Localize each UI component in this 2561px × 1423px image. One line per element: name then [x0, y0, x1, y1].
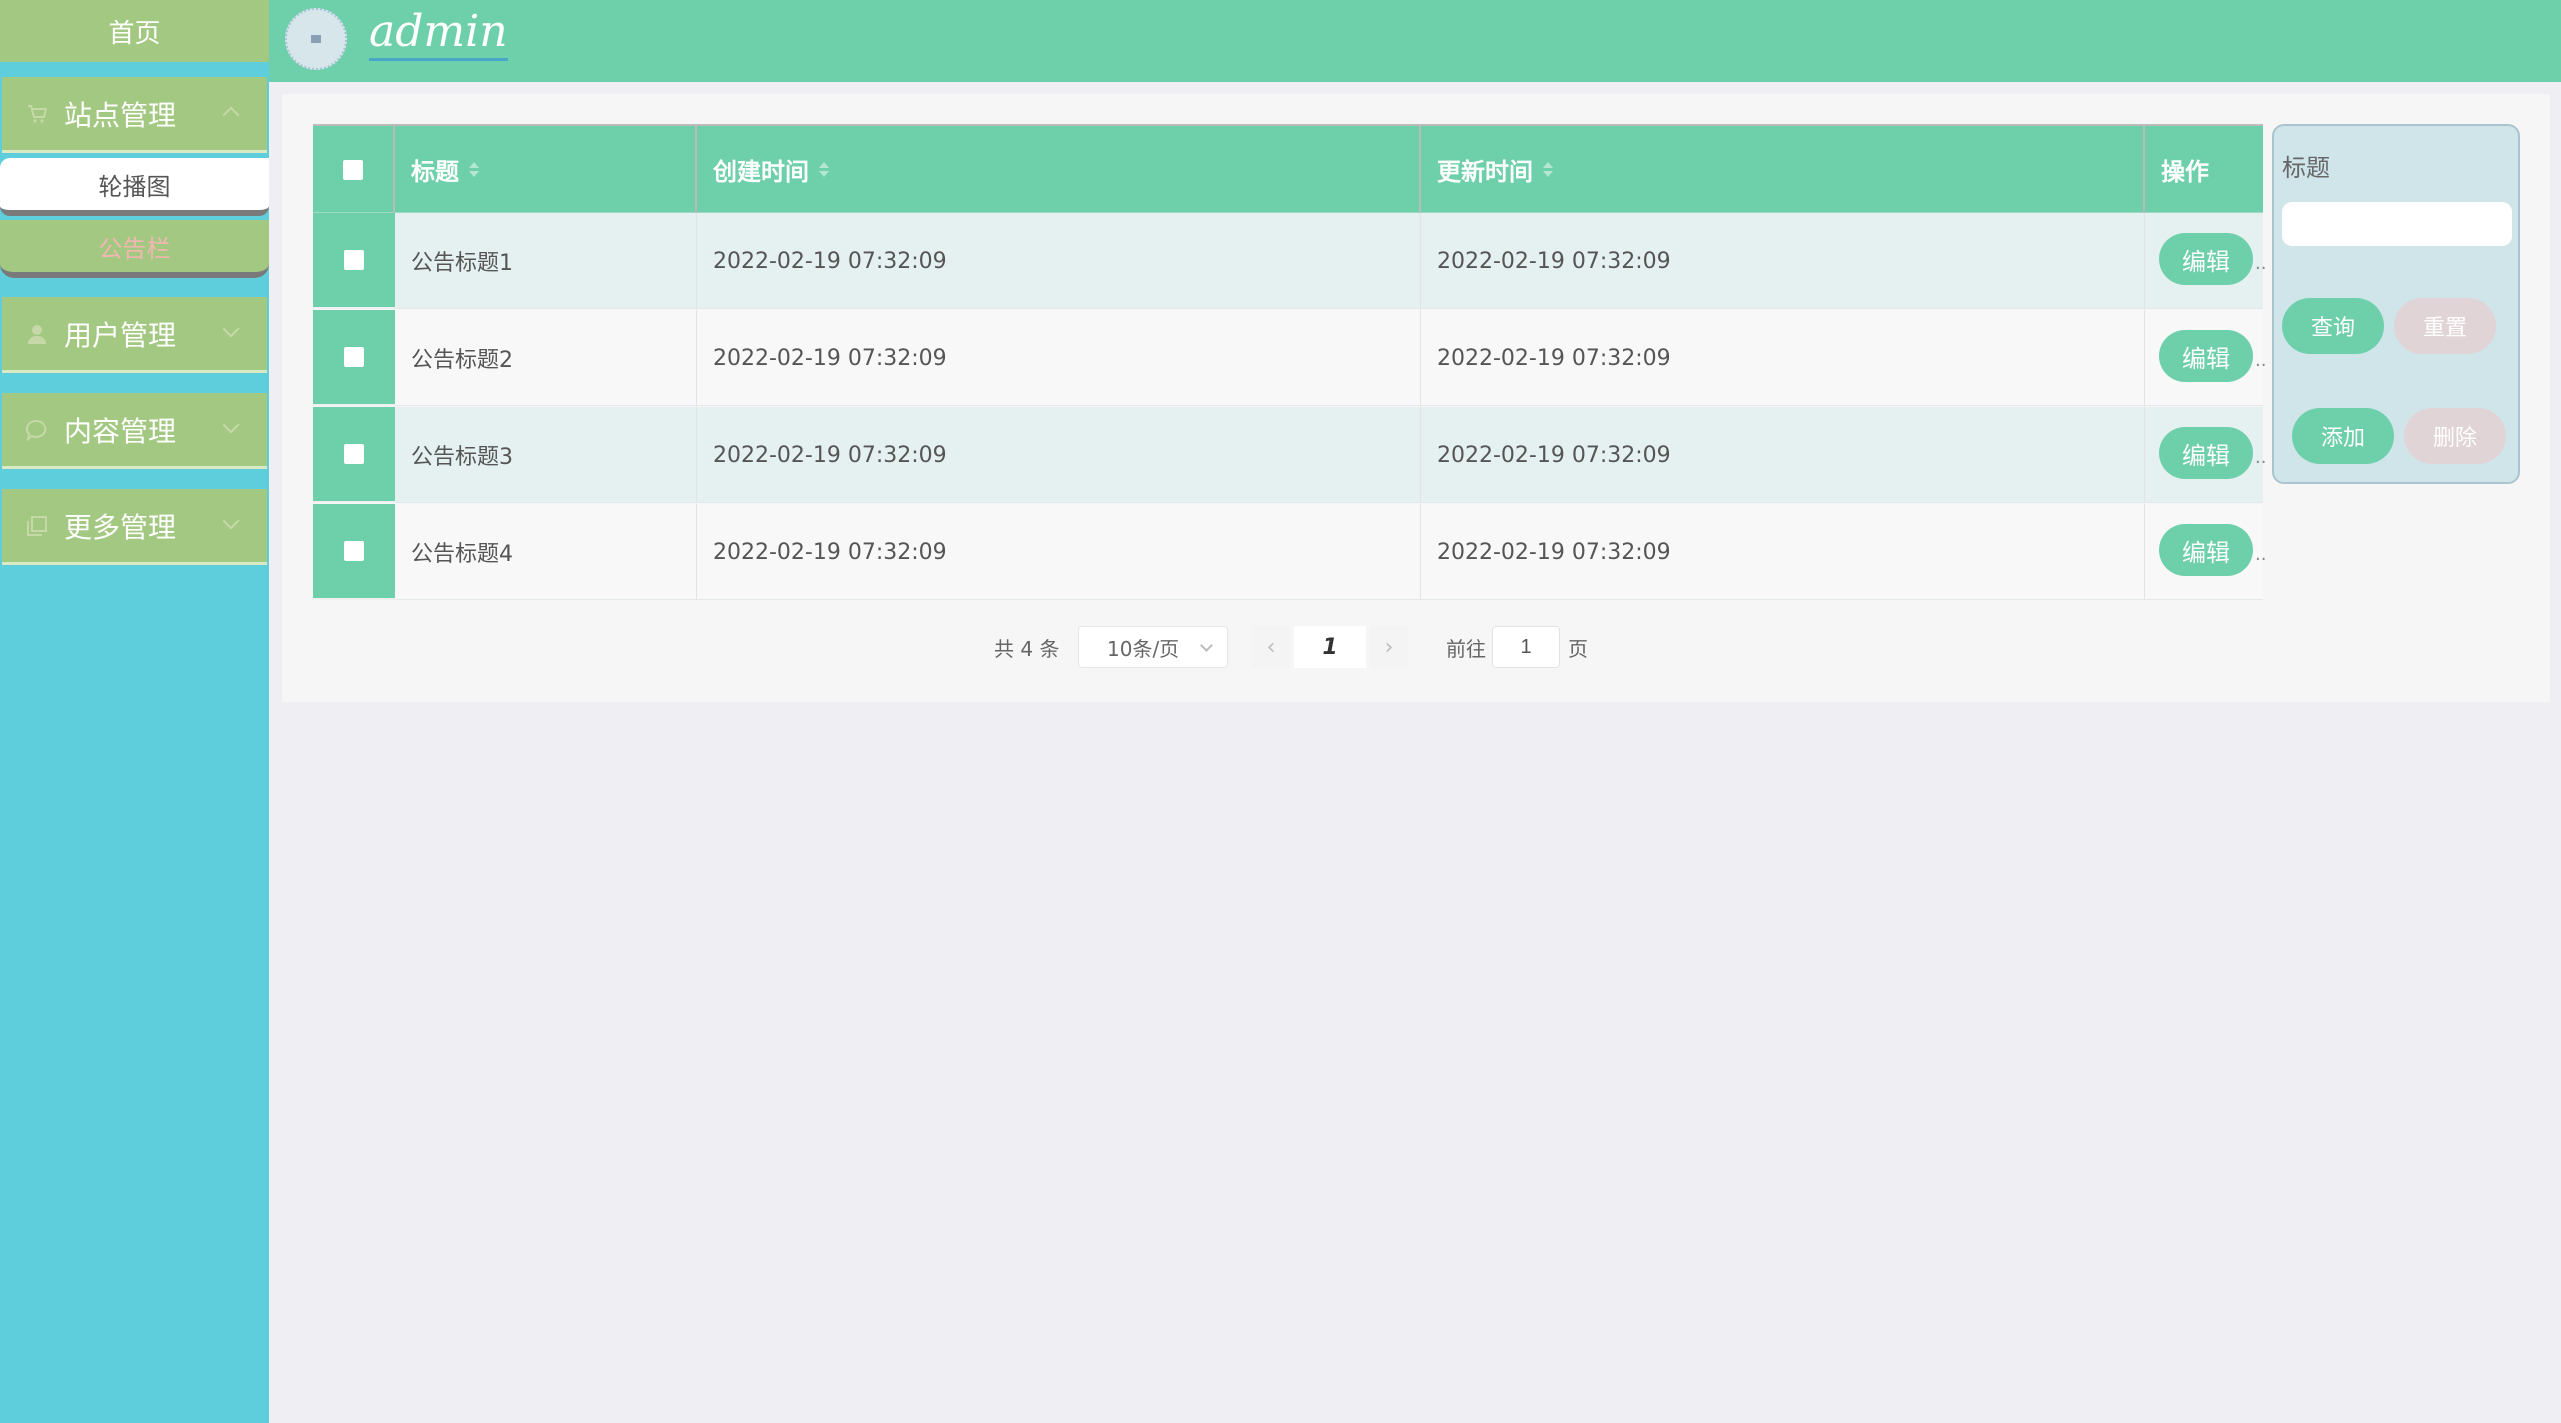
title-cell: 公告标题2 — [395, 310, 697, 406]
overflow-text: .. — [2255, 447, 2267, 468]
sidebar-menu-more-management[interactable]: 更多管理 — [2, 489, 267, 565]
column-header-updated[interactable]: 更新时间 — [1421, 126, 2145, 213]
title-cell: 公告标题3 — [395, 407, 697, 503]
edit-button[interactable]: 编辑 — [2159, 427, 2253, 479]
current-page-number[interactable]: 1 — [1294, 626, 1366, 668]
prev-page-button[interactable]: ‹ — [1252, 626, 1290, 668]
chevron-down-icon — [222, 320, 240, 338]
chevron-down-icon — [222, 512, 240, 530]
add-button[interactable]: 添加 — [2292, 408, 2394, 464]
user-icon — [24, 321, 50, 347]
pagination-total: 共 4 条 — [994, 636, 1060, 661]
sidebar-menu-user-management[interactable]: 用户管理 — [2, 297, 267, 373]
chevron-up-icon — [222, 106, 240, 124]
column-header-label: 操作 — [2161, 158, 2209, 186]
edit-button[interactable]: 编辑 — [2159, 233, 2253, 285]
title-cell: 公告标题4 — [395, 504, 697, 600]
delete-button[interactable]: 删除 — [2404, 408, 2506, 464]
column-header-label: 更新时间 — [1437, 158, 1533, 186]
sort-icon[interactable] — [819, 162, 829, 177]
sidebar-menu-label: 内容管理 — [64, 414, 177, 448]
overflow-text: .. — [2255, 253, 2267, 274]
row-checkbox[interactable] — [344, 347, 364, 367]
row-select-cell — [313, 504, 395, 600]
image-icon — [311, 35, 321, 43]
sidebar-menu-site-management[interactable]: 站点管理 — [2, 77, 267, 153]
query-button[interactable]: 查询 — [2282, 298, 2384, 354]
sort-icon[interactable] — [469, 162, 479, 177]
reset-button[interactable]: 重置 — [2394, 298, 2496, 354]
table-row: 公告标题2 2022-02-19 07:32:09 2022-02-19 07:… — [313, 310, 2267, 406]
sidebar-subitem-notice[interactable]: 公告栏 — [0, 220, 269, 278]
sidebar-menu-label: 站点管理 — [64, 98, 177, 132]
sidebar-subitem-carousel[interactable]: 轮播图 — [0, 158, 269, 216]
page-unit-label: 页 — [1568, 636, 1588, 661]
top-header: admin — [269, 0, 2561, 82]
row-select-cell — [313, 310, 395, 406]
updated-cell: 2022-02-19 07:32:09 — [1421, 504, 2145, 600]
column-header-actions: 操作 — [2145, 126, 2263, 213]
sidebar-menu-label: 更多管理 — [64, 510, 177, 544]
updated-cell: 2022-02-19 07:32:09 — [1421, 213, 2145, 309]
search-panel: 标题 查询 重置 添加 删除 — [2272, 124, 2520, 484]
goto-page-input[interactable] — [1492, 626, 1560, 668]
table-row: 公告标题1 2022-02-19 07:32:09 2022-02-19 07:… — [313, 213, 2267, 309]
avatar[interactable] — [285, 8, 347, 70]
created-cell: 2022-02-19 07:32:09 — [697, 504, 1421, 600]
updated-cell: 2022-02-19 07:32:09 — [1421, 310, 2145, 406]
copy-icon — [24, 513, 50, 539]
edit-button[interactable]: 编辑 — [2159, 524, 2253, 576]
column-header-label: 标题 — [411, 158, 459, 186]
table-row: 公告标题3 2022-02-19 07:32:09 2022-02-19 07:… — [313, 407, 2267, 503]
overflow-text: .. — [2255, 350, 2267, 371]
search-title-label: 标题 — [2282, 154, 2330, 182]
column-header-title[interactable]: 标题 — [395, 126, 697, 213]
edit-button[interactable]: 编辑 — [2159, 330, 2253, 382]
row-checkbox[interactable] — [344, 250, 364, 270]
sidebar-menu-label: 用户管理 — [64, 318, 177, 352]
chevron-down-icon — [222, 416, 240, 434]
search-title-input[interactable] — [2282, 202, 2512, 246]
column-header-created[interactable]: 创建时间 — [697, 126, 1421, 213]
sort-icon[interactable] — [1543, 162, 1553, 177]
next-page-button[interactable]: › — [1370, 626, 1408, 668]
overflow-text: .. — [2255, 544, 2267, 565]
goto-label: 前往 — [1446, 636, 1486, 661]
table-header: 标题 创建时间 更新时间 操作 — [313, 124, 2263, 213]
chat-icon — [24, 417, 50, 443]
cart-icon — [24, 101, 50, 127]
sidebar: 首页 站点管理 轮播图 公告栏 用户管理 内容管理 更多管理 — [0, 0, 269, 1423]
chevron-down-icon — [1200, 639, 1213, 652]
created-cell: 2022-02-19 07:32:09 — [697, 310, 1421, 406]
page-size-select[interactable]: 10条/页 — [1078, 626, 1228, 668]
title-cell: 公告标题1 — [395, 213, 697, 309]
table-row: 公告标题4 2022-02-19 07:32:09 2022-02-19 07:… — [313, 504, 2267, 600]
page-size-value: 10条/页 — [1107, 636, 1180, 661]
select-all-cell — [313, 126, 395, 213]
username-label: admin — [369, 6, 508, 61]
row-checkbox[interactable] — [344, 541, 364, 561]
created-cell: 2022-02-19 07:32:09 — [697, 213, 1421, 309]
updated-cell: 2022-02-19 07:32:09 — [1421, 407, 2145, 503]
created-cell: 2022-02-19 07:32:09 — [697, 407, 1421, 503]
row-select-cell — [313, 407, 395, 503]
row-select-cell — [313, 213, 395, 309]
column-header-label: 创建时间 — [713, 158, 809, 186]
select-all-checkbox[interactable] — [343, 159, 363, 180]
row-checkbox[interactable] — [344, 444, 364, 464]
sidebar-home-link[interactable]: 首页 — [0, 0, 269, 62]
sidebar-menu-content-management[interactable]: 内容管理 — [2, 393, 267, 469]
